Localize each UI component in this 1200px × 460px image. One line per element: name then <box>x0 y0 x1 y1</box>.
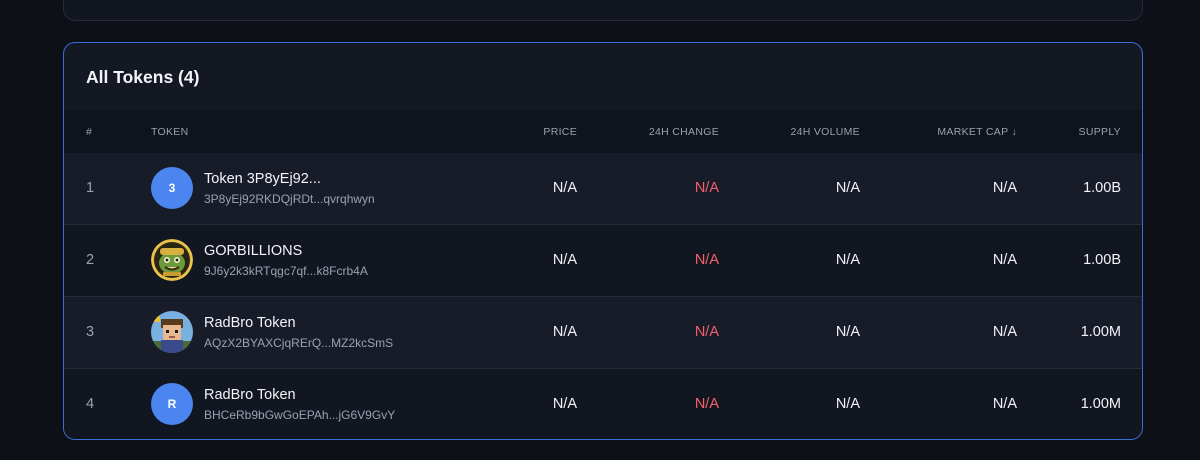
token-supply: 1.00B <box>1083 180 1121 196</box>
previous-section-card <box>63 0 1143 21</box>
token-supply: 1.00M <box>1080 396 1121 412</box>
token-market-cap: N/A <box>992 396 1017 412</box>
token-24h-change: N/A <box>694 396 719 412</box>
goblin-logo-icon <box>151 239 193 281</box>
token-supply: 1.00B <box>1083 252 1121 268</box>
token-supply: 1.00M <box>1080 324 1121 340</box>
table-row[interactable]: 1 3 Token 3P8yEj92... 3P8yEj92RKDQjRDt..… <box>64 153 1142 225</box>
token-24h-change: N/A <box>694 252 719 268</box>
avatar-letter: 3 <box>168 181 176 195</box>
all-tokens-card: All Tokens (4) # TOKEN PRICE 24H CHANGE … <box>63 42 1143 440</box>
token-24h-volume: N/A <box>835 252 860 268</box>
token-name[interactable]: GORBILLIONS <box>204 243 302 259</box>
token-avatar: 3 <box>151 167 193 209</box>
row-number: 2 <box>86 252 95 268</box>
token-price: N/A <box>552 252 577 268</box>
header-24h-volume[interactable]: 24H VOLUME <box>790 126 860 138</box>
token-24h-volume: N/A <box>835 396 860 412</box>
header-number: # <box>86 126 93 138</box>
token-24h-volume: N/A <box>835 324 860 340</box>
token-price: N/A <box>552 180 577 196</box>
header-market-cap-sorted[interactable]: MARKET CAP ↓ <box>937 126 1017 138</box>
row-number: 1 <box>86 180 95 196</box>
token-address[interactable]: BHCeRb9bGwGoEPAh...jG6V9GvY <box>204 408 395 422</box>
token-name[interactable]: Token 3P8yEj92... <box>204 171 321 187</box>
token-name[interactable]: RadBro Token <box>204 315 296 331</box>
header-price[interactable]: PRICE <box>543 126 577 138</box>
token-avatar: R <box>151 383 193 425</box>
pixel-character-icon <box>151 311 193 353</box>
header-token: TOKEN <box>151 126 189 138</box>
header-24h-change[interactable]: 24H CHANGE <box>649 126 719 138</box>
section-title: All Tokens (4) <box>86 67 200 87</box>
row-number: 4 <box>86 396 95 412</box>
row-number: 3 <box>86 324 95 340</box>
token-price: N/A <box>552 396 577 412</box>
table-header: # TOKEN PRICE 24H CHANGE 24H VOLUME MARK… <box>64 110 1142 153</box>
token-address[interactable]: 3P8yEj92RKDQjRDt...qvrqhwyn <box>204 192 375 206</box>
token-24h-change: N/A <box>694 180 719 196</box>
table-row[interactable]: 2 GORBILLIONS 9J6y2k3kRTqgc7qf...k8Fcrb4… <box>64 225 1142 297</box>
token-address[interactable]: AQzX2BYAXCjqRErQ...MZ2kcSmS <box>204 336 393 350</box>
token-market-cap: N/A <box>992 252 1017 268</box>
token-name[interactable]: RadBro Token <box>204 387 296 403</box>
avatar-letter: R <box>167 397 177 411</box>
token-24h-volume: N/A <box>835 180 860 196</box>
token-24h-change: N/A <box>694 324 719 340</box>
table-row[interactable]: 4 R RadBro Token BHCeRb9bGwGoEPAh...jG6V… <box>64 369 1142 439</box>
token-price: N/A <box>552 324 577 340</box>
header-supply[interactable]: SUPPLY <box>1079 126 1121 138</box>
token-table-body: 1 3 Token 3P8yEj92... 3P8yEj92RKDQjRDt..… <box>64 153 1142 439</box>
token-address[interactable]: 9J6y2k3kRTqgc7qf...k8Fcrb4A <box>204 264 368 278</box>
token-market-cap: N/A <box>992 180 1017 196</box>
token-market-cap: N/A <box>992 324 1017 340</box>
table-row[interactable]: 3 RadBro Token AQzX2BYAXCjqRErQ...MZ2kcS… <box>64 297 1142 369</box>
